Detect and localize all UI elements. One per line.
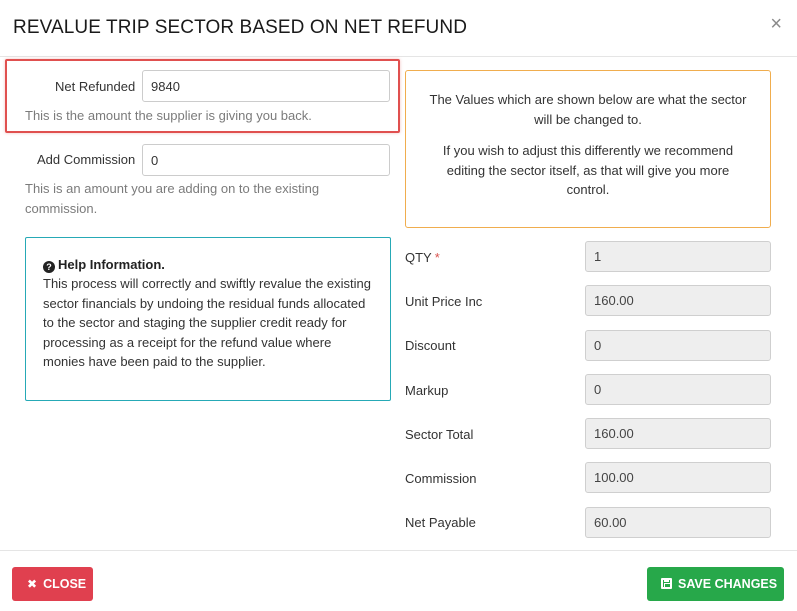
discount-field: 0 [585, 330, 771, 361]
question-circle-icon: ? [43, 261, 55, 273]
save-changes-button[interactable]: SAVE CHANGES [647, 567, 784, 601]
help-title: ? Help Information. [43, 256, 374, 274]
discount-label: Discount [405, 338, 456, 353]
times-icon: ✖ [27, 577, 38, 591]
add-commission-label: Add Commission [37, 152, 136, 167]
revalue-modal: REVALUE TRIP SECTOR BASED ON NET REFUND … [0, 0, 797, 611]
commission-field: 100.00 [585, 462, 771, 493]
markup-label: Markup [405, 383, 449, 398]
add-commission-hint: This is an amount you are adding on to t… [25, 181, 320, 216]
net-refunded-label: Net Refunded [55, 79, 136, 94]
qty-label: QTY * [405, 250, 440, 265]
sector-total-label: Sector Total [405, 427, 474, 442]
info-box: The Values which are shown below are wha… [405, 70, 771, 228]
net-payable-label: Net Payable [405, 515, 476, 530]
help-text: This process will correctly and swiftly … [43, 276, 372, 370]
modal-footer: ✖ CLOSE SAVE CHANGES [0, 550, 797, 611]
required-mark: * [434, 250, 440, 265]
qty-label-text: QTY [405, 250, 432, 265]
close-icon[interactable]: × [770, 14, 782, 34]
help-title-text: Help Information. [58, 257, 165, 272]
unit-price-inc-label: Unit Price Inc [405, 294, 483, 309]
qty-field: 1 [585, 241, 771, 272]
modal-title: REVALUE TRIP SECTOR BASED ON NET REFUND [13, 17, 468, 38]
markup-field: 0 [585, 374, 771, 405]
net-payable-field: 60.00 [585, 507, 771, 538]
close-button-label: CLOSE [43, 577, 87, 591]
sector-total-field: 160.00 [585, 418, 771, 449]
commission-label: Commission [405, 471, 477, 486]
net-refunded-hint: This is the amount the supplier is givin… [25, 108, 312, 123]
info-line-1: The Values which are shown below are wha… [429, 92, 747, 127]
info-line-2: If you wish to adjust this differently w… [442, 143, 734, 198]
unit-price-inc-field: 160.00 [585, 285, 771, 316]
floppy-disk-icon [661, 578, 672, 589]
save-changes-label: SAVE CHANGES [678, 577, 778, 591]
close-button[interactable]: ✖ CLOSE [12, 567, 93, 601]
help-information-box: ? Help Information. This process will cor… [25, 237, 391, 401]
modal-header: REVALUE TRIP SECTOR BASED ON NET REFUND … [0, 0, 797, 57]
net-refunded-input[interactable] [142, 70, 390, 102]
add-commission-input[interactable] [142, 144, 390, 176]
